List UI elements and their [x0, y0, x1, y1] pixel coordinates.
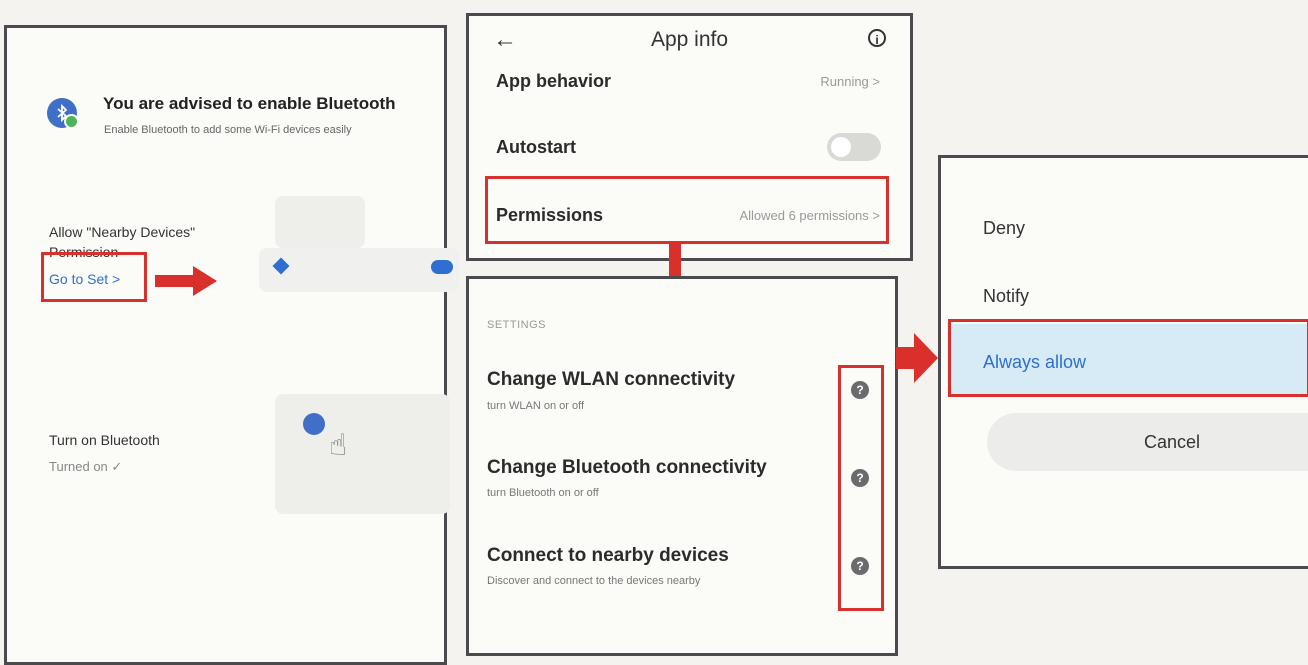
highlight-go-to-set	[41, 252, 147, 302]
bluetooth-setup-screen: You are advised to enable Bluetooth Enab…	[4, 25, 459, 665]
preview-toggle	[431, 260, 453, 274]
toggle-knob	[831, 137, 851, 157]
status-dot-icon	[64, 114, 79, 129]
cancel-button[interactable]: Cancel	[987, 413, 1308, 471]
highlight-always-allow	[948, 319, 1308, 397]
bluetooth-permission-title[interactable]: Change Bluetooth connectivity	[487, 457, 767, 479]
nearby-permission-subtitle: Discover and connect to the devices near…	[487, 575, 701, 587]
info-icon[interactable]: i	[868, 29, 886, 47]
arrow-right-icon	[155, 266, 217, 296]
settings-section-header: SETTINGS	[487, 319, 547, 331]
notify-option[interactable]: Notify	[983, 286, 1029, 307]
app-behavior-label[interactable]: App behavior	[496, 71, 611, 92]
bluetooth-advice-subtitle: Enable Bluetooth to add some Wi-Fi devic…	[104, 124, 352, 136]
preview-permission-row	[259, 248, 459, 292]
bluetooth-toggle-icon	[303, 413, 325, 435]
permission-settings-screen: SETTINGS Change WLAN connectivity turn W…	[466, 276, 898, 656]
deny-option[interactable]: Deny	[983, 218, 1025, 239]
highlight-permissions	[485, 176, 889, 244]
arrow-right-icon	[896, 333, 938, 383]
autostart-toggle[interactable]	[827, 133, 881, 161]
page-title: App info	[650, 28, 729, 51]
bluetooth-status: Turned on ✓	[49, 459, 123, 474]
wlan-permission-subtitle: turn WLAN on or off	[487, 400, 585, 412]
nearby-permission-title[interactable]: Connect to nearby devices	[487, 545, 729, 567]
preview-bluetooth-card	[275, 394, 450, 514]
autostart-label: Autostart	[496, 137, 576, 157]
turn-on-bluetooth-label: Turn on Bluetooth	[49, 432, 160, 448]
wlan-permission-title[interactable]: Change WLAN connectivity	[487, 369, 735, 391]
bluetooth-icon	[47, 98, 79, 129]
bluetooth-permission-subtitle: turn Bluetooth on or off	[487, 487, 599, 499]
preview-card	[275, 196, 365, 248]
pointing-hand-icon: ☝	[329, 429, 348, 462]
highlight-help-icons	[838, 365, 884, 611]
bluetooth-advice-title: You are advised to enable Bluetooth	[103, 94, 396, 113]
app-behavior-value: Running >	[820, 74, 880, 89]
